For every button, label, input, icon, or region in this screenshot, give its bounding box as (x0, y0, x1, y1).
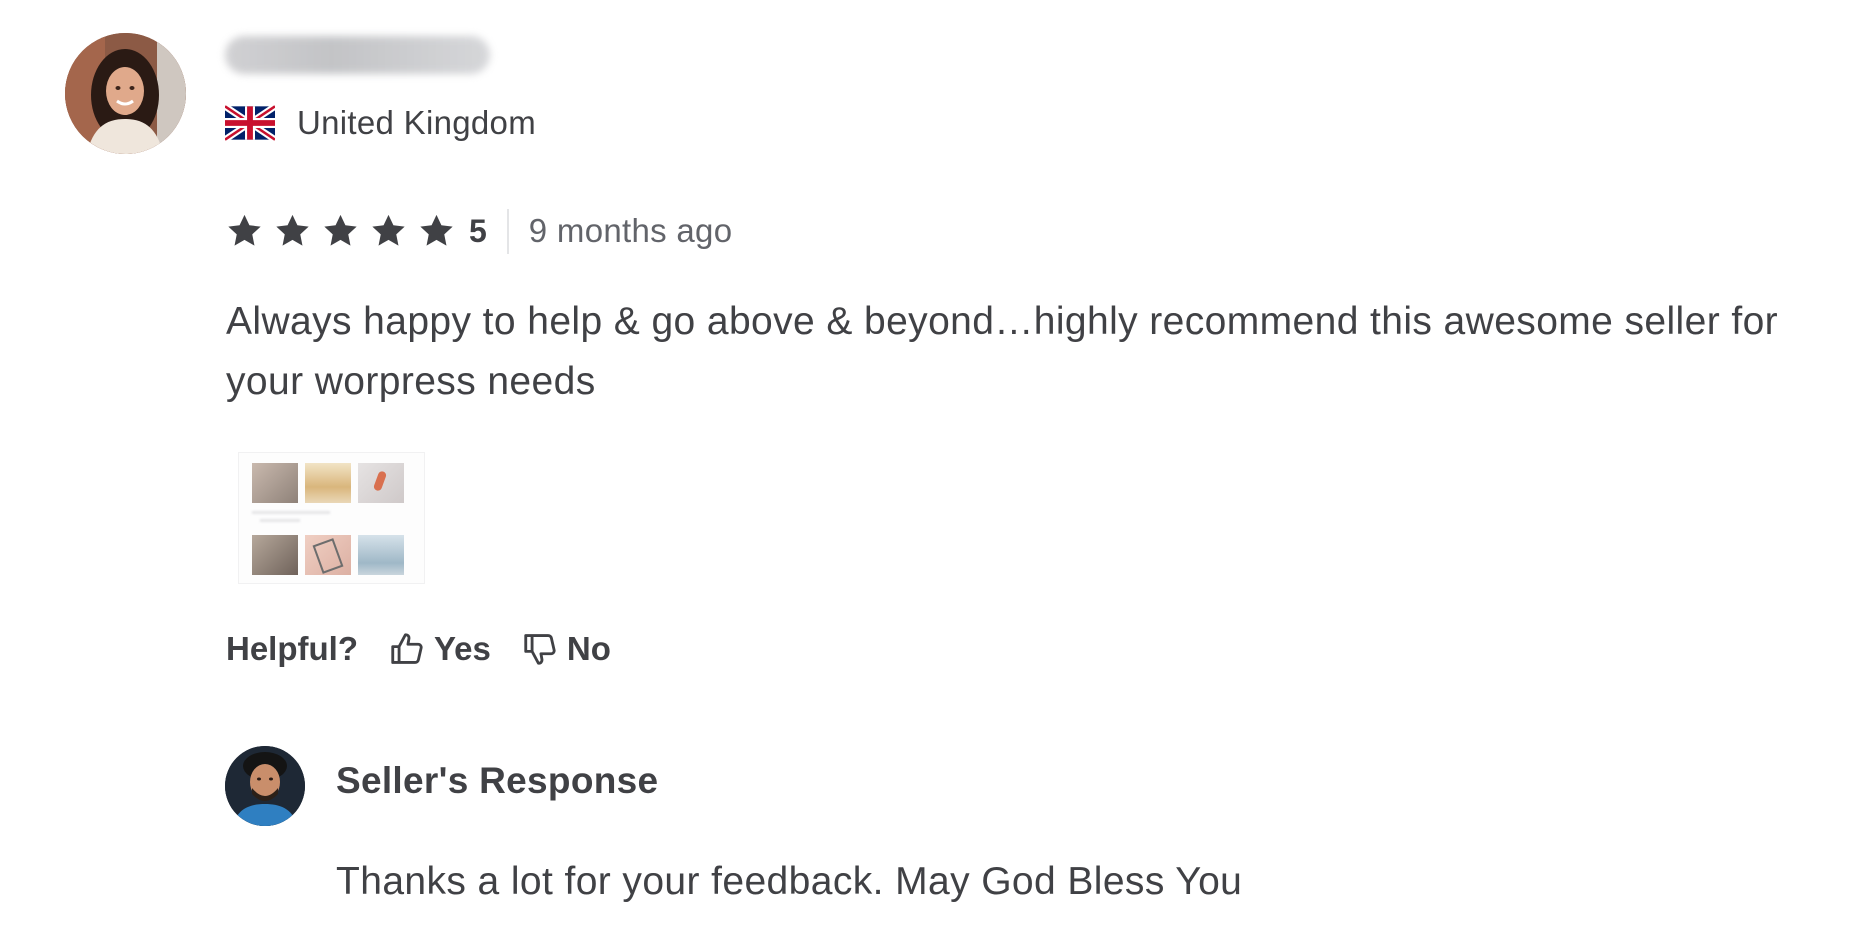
reviewer-avatar-image (65, 33, 186, 154)
star-icon (228, 214, 261, 246)
seller-response-text: Thanks a lot for your feedback. May God … (336, 860, 1243, 903)
reviewer-country: United Kingdom (225, 104, 536, 142)
image-attachment-thumbnail[interactable] (238, 452, 425, 584)
thumb-image (252, 463, 298, 503)
thumb-image (358, 463, 404, 503)
thumb-image (305, 535, 351, 575)
country-name: United Kingdom (297, 104, 537, 141)
thumb-image (358, 535, 404, 575)
thumbs-up-icon (391, 633, 423, 664)
star-icon (420, 214, 453, 246)
star-rating (225, 212, 456, 250)
reviewer-avatar[interactable] (65, 33, 186, 154)
thumb-image (252, 535, 298, 575)
reviewer-username-blurred[interactable] (225, 36, 490, 74)
helpful-no-button[interactable]: No (521, 630, 611, 668)
rating-row: 5 9 months ago (225, 206, 732, 256)
seller-avatar[interactable] (225, 746, 305, 826)
helpful-yes-label: Yes (433, 630, 491, 667)
review-time: 9 months ago (528, 212, 733, 249)
thumb-image (305, 463, 351, 503)
rating-value: 5 (469, 212, 487, 249)
thumb-caption (252, 511, 330, 514)
helpful-label: Helpful? (226, 630, 358, 667)
star-icon (276, 214, 309, 246)
helpful-yes-button[interactable]: Yes (388, 630, 491, 668)
helpful-no-label: No (566, 630, 611, 667)
rating-divider (506, 208, 509, 254)
review-card: United Kingdom 5 9 months ago Always hap… (0, 0, 1861, 949)
seller-response-title: Seller's Response (336, 760, 659, 801)
star-icon (372, 214, 405, 246)
helpful-row: Helpful? Yes No (226, 630, 611, 668)
seller-avatar-image (225, 746, 305, 826)
review-text: Always happy to help & go above & beyond… (226, 300, 1779, 403)
star-icon (324, 214, 357, 246)
thumbs-down-icon (524, 634, 556, 665)
thumb-caption (260, 519, 300, 522)
uk-flag-icon (225, 105, 275, 141)
